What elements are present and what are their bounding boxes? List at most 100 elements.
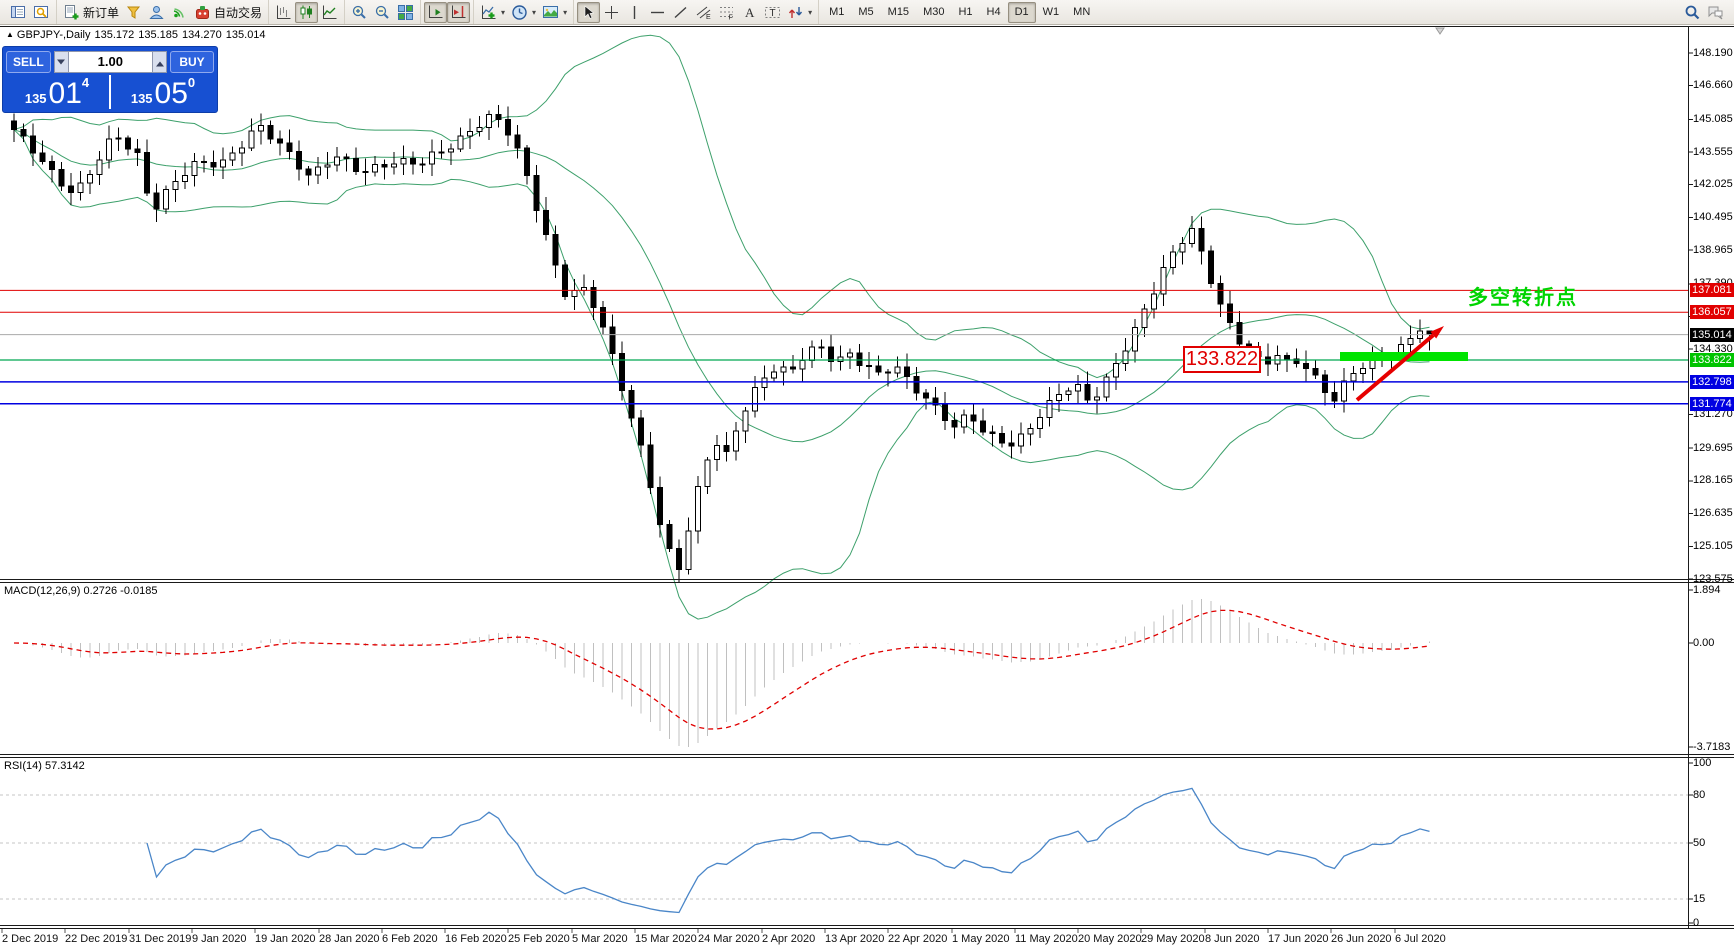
right-controls [1678,0,1730,24]
date-label: 24 Mar 2020 [698,933,760,945]
horizontal-lines[interactable] [0,290,1688,403]
price-tick-label: 145.085 [1693,113,1733,126]
date-label: 28 Jan 2020 [319,933,380,945]
support-zone-rectangle[interactable] [1340,352,1468,361]
template-icon [542,4,559,21]
templates-button[interactable]: ▾ [539,2,570,23]
sell-price-display[interactable]: 135014 [6,75,108,109]
volume-stepper: 1.00 [54,51,167,73]
expert-icon [148,4,165,21]
auto-scroll-button[interactable] [424,2,447,23]
rsi-tick-label: 15 [1693,893,1705,906]
history-button[interactable] [122,2,145,23]
signals-button[interactable] [168,2,191,23]
navigator-button[interactable] [30,2,53,23]
period-mn[interactable]: MN [1066,2,1097,23]
date-label: 22 Dec 2019 [65,933,127,945]
macd-signal-line [14,610,1430,729]
horizontal-line-button[interactable] [646,2,669,23]
volume-input[interactable]: 1.00 [69,51,152,73]
price-tick-label: 140.495 [1693,211,1733,224]
label-icon: T [764,4,781,21]
svg-text:T: T [770,8,776,19]
rsi-tick-label: 80 [1693,789,1705,802]
pivot-price-label: 133.822 [1690,353,1734,367]
period-d1[interactable]: D1 [1008,2,1036,23]
crosshair-button[interactable] [600,2,623,23]
search-button[interactable] [1681,2,1704,23]
chart-shift-marker-icon[interactable] [1436,28,1444,34]
chart-shift-button[interactable] [447,2,470,23]
resistance-1-label: 137.081 [1690,283,1734,297]
period-m30[interactable]: M30 [916,2,951,23]
market-watch-button[interactable] [7,2,30,23]
buy-price-display[interactable]: 135050 [112,75,214,109]
tile-windows-icon [397,4,414,21]
chat-button[interactable] [1704,2,1727,23]
line-chart-button[interactable] [318,2,341,23]
period-w1[interactable]: W1 [1036,2,1067,23]
bar-chart-button[interactable] [272,2,295,23]
zoom-in-button[interactable] [348,2,371,23]
new-order-button-label: 新订单 [83,4,119,21]
text-button[interactable]: A [738,2,761,23]
tile-windows-button[interactable] [394,2,417,23]
volume-decrease-button[interactable] [54,51,69,73]
autotrading-button[interactable]: 自动交易 [191,2,265,23]
buy-price-prefix: 135 [131,91,153,106]
pivot-point-annotation[interactable]: 多空转折点 [1468,281,1578,310]
cursor-button[interactable] [577,2,600,23]
sell-button[interactable]: SELL [6,51,51,73]
periods-button[interactable]: ▾ [508,2,539,23]
period-m1[interactable]: M1 [822,2,851,23]
volume-increase-button[interactable] [152,51,167,73]
date-label: 22 Apr 2020 [888,933,947,945]
chevron-down-icon: ▾ [563,8,567,17]
text-icon: A [741,4,758,21]
period-h1-label: H1 [958,6,972,18]
zoom-out-button[interactable] [371,2,394,23]
date-label: 17 Jun 2020 [1268,933,1329,945]
vline-icon [626,4,643,21]
vertical-line-button[interactable] [623,2,646,23]
chart-canvas[interactable] [0,0,1734,949]
period-d1-label: D1 [1015,6,1029,18]
channel-button[interactable]: E [692,2,715,23]
scroll-controls [420,0,473,24]
period-m5[interactable]: M5 [851,2,880,23]
bollinger-bands [14,35,1430,619]
chevron-down-icon: ▾ [532,8,536,17]
experts-button[interactable] [145,2,168,23]
period-m1-label: M1 [829,6,844,18]
price-callout-box[interactable]: 133.822 [1183,346,1261,373]
candle-chart-icon [298,4,315,21]
bollinger-middle [14,130,1430,442]
fibonacci-button[interactable]: F [715,2,738,23]
chevron-down-icon: ▾ [501,8,505,17]
candle-chart-button[interactable] [295,2,318,23]
new-order-button[interactable]: 新订单 [60,2,122,23]
indicators-button[interactable]: ▾ [477,2,508,23]
ohlc-high: 135.185 [138,29,178,41]
price-tick-label: 138.965 [1693,244,1733,257]
date-label: 9 Jan 2020 [192,933,246,945]
period-h1[interactable]: H1 [951,2,979,23]
date-label: 11 May 2020 [1015,933,1078,945]
date-label: 6 Feb 2020 [382,933,438,945]
trendline-button[interactable] [669,2,692,23]
chart-title: ▲GBPJPY-,Daily135.172135.185134.270135.0… [6,29,270,41]
one-click-trading-panel: SELL 1.00 BUY 135014 135050 [2,46,218,113]
period-h4[interactable]: H4 [980,2,1008,23]
price-tick-label: 128.165 [1693,474,1733,487]
chat-icon [1707,4,1724,21]
label-button[interactable]: T [761,2,784,23]
arrows-button[interactable]: ▾ [784,2,815,23]
svg-text:A: A [745,5,755,20]
period-m15[interactable]: M15 [881,2,916,23]
chart-type [268,0,344,24]
buy-button[interactable]: BUY [170,51,214,73]
svg-text:F: F [729,14,733,21]
symbol-marker-icon: ▲ [6,30,14,39]
trend-arrow[interactable] [1357,326,1444,400]
triangle-down-icon [57,59,65,68]
